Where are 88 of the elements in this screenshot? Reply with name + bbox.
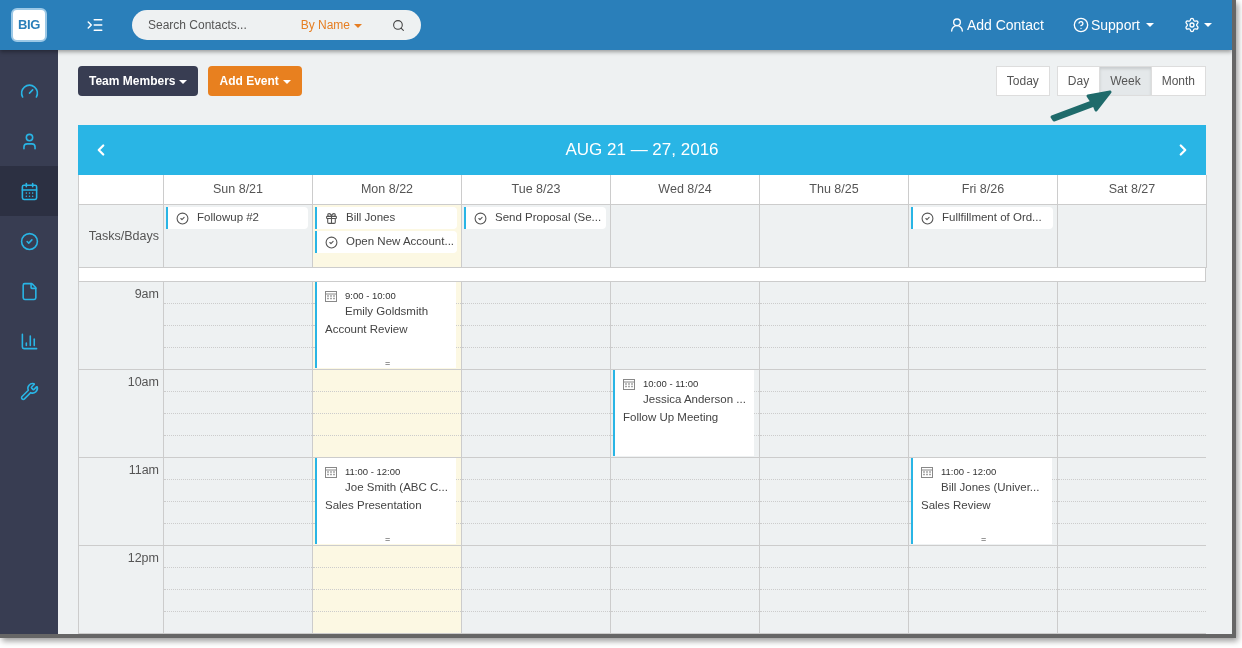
calendar-icon bbox=[325, 466, 337, 479]
team-members-button[interactable]: Team Members bbox=[78, 66, 199, 96]
bar-chart-icon bbox=[19, 331, 39, 351]
today-button[interactable]: Today bbox=[995, 66, 1050, 96]
caret-icon bbox=[1204, 23, 1212, 27]
caret-icon bbox=[1146, 23, 1154, 27]
time-slot[interactable] bbox=[760, 370, 909, 458]
calendar-icon bbox=[325, 290, 337, 303]
task-chip[interactable]: Send Proposal (Se... bbox=[464, 207, 606, 229]
event-title: Account Review bbox=[325, 321, 409, 337]
check-circle-icon bbox=[176, 211, 189, 225]
settings-icon bbox=[1184, 17, 1200, 33]
time-label: 10am bbox=[127, 374, 159, 391]
event-time: 9:00 - 10:00 bbox=[345, 289, 396, 303]
time-slot[interactable] bbox=[611, 458, 760, 546]
event-contact: Emily Goldsmith bbox=[344, 304, 430, 320]
time-slot[interactable] bbox=[313, 370, 462, 458]
resize-handle[interactable]: = bbox=[385, 358, 391, 368]
event-time: 10:00 - 11:00 bbox=[643, 377, 699, 391]
task-chip[interactable]: Fullfillment of Ord... bbox=[911, 207, 1053, 229]
calendar-icon bbox=[623, 378, 635, 391]
time-slot[interactable] bbox=[462, 370, 611, 458]
support-menu[interactable]: Support bbox=[1072, 14, 1154, 36]
task-chip[interactable]: Open New Account... bbox=[315, 231, 457, 253]
time-slot[interactable] bbox=[760, 282, 909, 370]
event-title: Sales Review bbox=[921, 497, 992, 513]
wrench-icon bbox=[19, 381, 39, 401]
calendar-icon bbox=[921, 466, 933, 479]
caret-icon bbox=[354, 23, 362, 28]
check-circle-icon bbox=[921, 211, 934, 225]
menu-icon[interactable] bbox=[86, 16, 104, 34]
arrow-annotation bbox=[1048, 88, 1112, 122]
logo[interactable]: BIG bbox=[11, 8, 47, 42]
time-slot[interactable] bbox=[164, 370, 313, 458]
resize-handle[interactable]: = bbox=[981, 534, 987, 544]
gift-icon bbox=[325, 211, 338, 225]
time-slot[interactable] bbox=[760, 458, 909, 546]
task-title: Open New Account... bbox=[346, 234, 455, 250]
time-slot[interactable] bbox=[909, 546, 1058, 634]
task-chip[interactable]: Followup #2 bbox=[166, 207, 308, 229]
time-slot[interactable] bbox=[611, 282, 760, 370]
view-tab[interactable]: Day bbox=[1056, 66, 1101, 96]
user-icon bbox=[948, 17, 965, 33]
time-slot[interactable] bbox=[909, 370, 1058, 458]
task-title: Fullfillment of Ord... bbox=[942, 210, 1042, 226]
event-title: Follow Up Meeting bbox=[623, 409, 720, 425]
caret-icon bbox=[282, 79, 291, 84]
search-icon[interactable] bbox=[392, 18, 405, 32]
gauge-icon bbox=[19, 81, 39, 101]
event-contact: Jessica Anderson ... bbox=[642, 392, 747, 408]
calendar-icon bbox=[19, 181, 39, 201]
event-contact: Bill Jones (Univer... bbox=[940, 480, 1041, 496]
date-range-title: AUG 21 — 27, 2016 bbox=[565, 139, 719, 162]
time-slot[interactable] bbox=[462, 546, 611, 634]
time-slot[interactable] bbox=[611, 546, 760, 634]
help-icon bbox=[1072, 17, 1089, 33]
check-circle-icon bbox=[474, 211, 487, 225]
task-title: Followup #2 bbox=[197, 210, 259, 226]
add-contact-link[interactable]: Add Contact bbox=[948, 14, 1044, 36]
sidebar-item[interactable] bbox=[0, 166, 58, 216]
search-input[interactable]: Search Contacts... bbox=[148, 16, 298, 34]
time-slot[interactable] bbox=[164, 282, 313, 370]
time-slot[interactable] bbox=[909, 282, 1058, 370]
time-slot[interactable] bbox=[462, 282, 611, 370]
document-icon bbox=[19, 281, 39, 301]
task-chip[interactable]: Bill Jones bbox=[315, 207, 457, 229]
event-title: Sales Presentation bbox=[325, 497, 423, 513]
time-slot[interactable] bbox=[313, 546, 462, 634]
time-slot[interactable] bbox=[164, 546, 313, 634]
caret-icon bbox=[179, 79, 188, 84]
task-title: Bill Jones bbox=[346, 210, 396, 226]
check-circle-icon bbox=[325, 235, 338, 249]
time-label: 9am bbox=[134, 286, 159, 303]
task-title: Send Proposal (Se... bbox=[495, 210, 602, 226]
check-circle-icon bbox=[19, 231, 39, 251]
time-label: 11am bbox=[128, 462, 159, 479]
event-time: 11:00 - 12:00 bbox=[345, 465, 401, 479]
settings-menu[interactable] bbox=[1184, 17, 1212, 33]
time-slot[interactable] bbox=[164, 458, 313, 546]
resize-handle[interactable]: = bbox=[385, 534, 391, 544]
tasks-label: Tasks/Bdays bbox=[88, 227, 159, 245]
time-slot[interactable] bbox=[462, 458, 611, 546]
view-tab[interactable]: Week bbox=[1099, 66, 1152, 96]
event-contact: Joe Smith (ABC C... bbox=[344, 480, 449, 496]
time-label: 12pm bbox=[127, 550, 159, 567]
view-tab[interactable]: Month bbox=[1150, 66, 1206, 96]
event-time: 11:00 - 12:00 bbox=[941, 465, 997, 479]
time-slot[interactable] bbox=[760, 546, 909, 634]
